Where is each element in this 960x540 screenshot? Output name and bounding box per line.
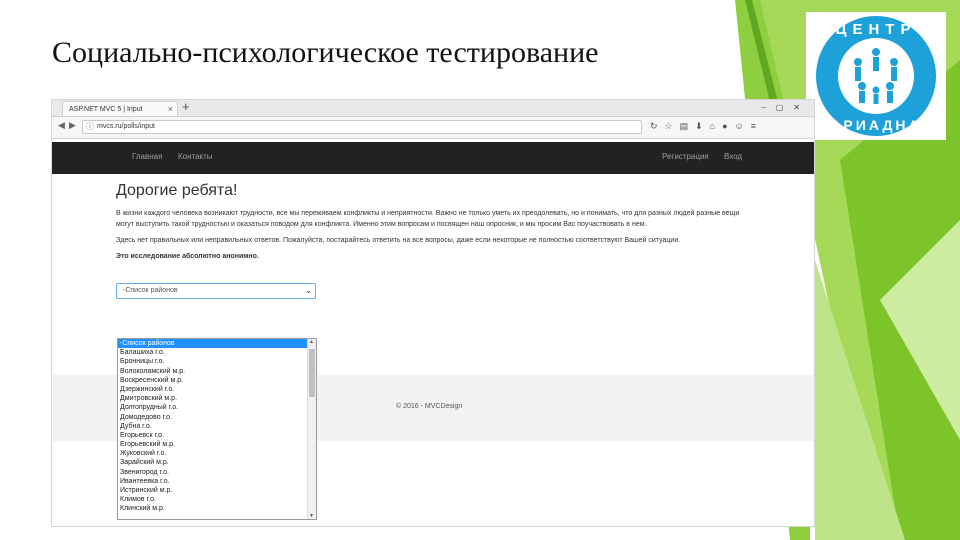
anonymity-note: Это исследование абсолютно анонимно.: [116, 253, 259, 260]
intro-paragraph: В жизни каждого человека возникают трудн…: [116, 210, 740, 228]
district-option[interactable]: Долгопрудный г.о.: [118, 403, 316, 412]
instructions-paragraph: Здесь нет правильных или неправильных от…: [116, 237, 681, 244]
district-option[interactable]: Воскресенский м.р.: [118, 376, 316, 385]
address-bar-row: ◀ ▶ ⓘ mvcs.ru/polls/input ↻☆▤⬇⌂●☺≡: [52, 117, 814, 139]
site-navbar: Главная Контакты Регистрация Вход: [52, 142, 814, 174]
chevron-down-icon: ⌄: [305, 286, 312, 295]
district-option[interactable]: Бронницы г.о.: [118, 357, 316, 366]
forward-icon[interactable]: ▶: [69, 120, 76, 131]
scrollbar-thumb[interactable]: [309, 349, 315, 397]
district-option[interactable]: -Список районов: [118, 339, 316, 349]
dropdown-scrollbar[interactable]: ▲ ▼: [307, 339, 316, 519]
close-tab-icon[interactable]: ×: [168, 102, 173, 117]
district-option[interactable]: Егорьевск г.о.: [118, 431, 316, 440]
district-option[interactable]: Клинский м.р.: [118, 504, 316, 513]
district-select-value: -Список районов: [123, 287, 178, 294]
browser-screenshot: ASP.NET MVC 5 | Input × + –▢✕ ◀ ▶ ⓘ mvcs…: [52, 100, 814, 526]
back-icon[interactable]: ◀: [58, 120, 65, 131]
browser-tab[interactable]: ASP.NET MVC 5 | Input ×: [62, 101, 178, 116]
district-option[interactable]: Дзержинский г.о.: [118, 385, 316, 394]
district-select[interactable]: -Список районов ⌄: [116, 283, 316, 299]
district-option[interactable]: Зарайский м.р.: [118, 458, 316, 467]
footer-copyright: © 2016 - MVCDesign: [396, 403, 463, 410]
tab-bar: ASP.NET MVC 5 | Input × + –▢✕: [52, 100, 814, 117]
nav-register-link[interactable]: Регистрация: [662, 152, 709, 161]
scroll-up-icon[interactable]: ▲: [309, 339, 314, 345]
logo-top-text: ЦЕНТР: [836, 21, 917, 38]
nav-login-link[interactable]: Вход: [724, 152, 742, 161]
district-option[interactable]: Климов г.о.: [118, 495, 316, 504]
district-option[interactable]: Дмитровский м.р.: [118, 394, 316, 403]
site-info-icon[interactable]: ⓘ: [86, 121, 94, 133]
district-option[interactable]: Волоколамский м.р.: [118, 367, 316, 376]
district-option[interactable]: Егорьевский м.р.: [118, 440, 316, 449]
district-option[interactable]: Дубна г.о.: [118, 422, 316, 431]
page-content: Дорогие ребята! В жизни каждого человека…: [52, 174, 814, 295]
window-controls[interactable]: –▢✕: [761, 100, 810, 116]
district-option[interactable]: Домодедово г.о.: [118, 413, 316, 422]
nav-home-link[interactable]: Главная: [132, 152, 162, 161]
district-option[interactable]: Жуковский г.о.: [118, 449, 316, 458]
browser-toolbar-icons[interactable]: ↻☆▤⬇⌂●☺≡: [650, 121, 763, 132]
ariadna-center-logo: ЦЕНТР «АРИАДНА»: [806, 12, 946, 140]
tab-title: ASP.NET MVC 5 | Input: [69, 106, 143, 113]
slide-title: Социально-психологическое тестирование: [52, 36, 599, 69]
url-input[interactable]: ⓘ mvcs.ru/polls/input: [82, 120, 642, 134]
scroll-down-icon[interactable]: ▼: [309, 513, 314, 519]
logo-bottom-text: «АРИАДНА»: [820, 117, 933, 133]
new-tab-icon[interactable]: +: [182, 100, 190, 114]
district-option[interactable]: Звенигород г.о.: [118, 468, 316, 477]
district-option[interactable]: Ивантеевка г.о.: [118, 477, 316, 486]
nav-contacts-link[interactable]: Контакты: [178, 152, 213, 161]
page-heading: Дорогие ребята!: [116, 182, 238, 199]
district-dropdown-list[interactable]: -Список районов Балашиха г.о. Бронницы г.о…: [117, 338, 317, 520]
url-text: mvcs.ru/polls/input: [97, 123, 155, 130]
district-option[interactable]: Истринский м.р.: [118, 486, 316, 495]
district-option[interactable]: Балашиха г.о.: [118, 348, 316, 357]
